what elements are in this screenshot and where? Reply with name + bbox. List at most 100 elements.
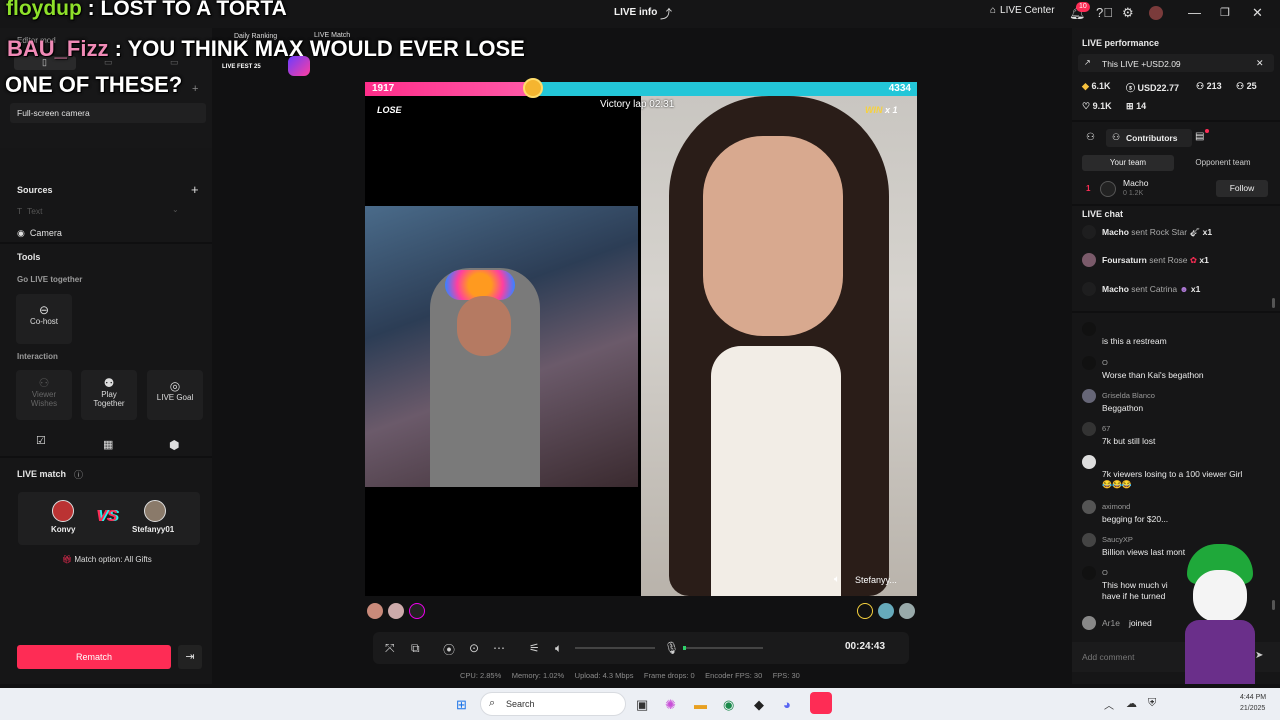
source-text-item[interactable]: T Text: [17, 206, 43, 216]
search-label: Search: [506, 699, 535, 709]
scene-item[interactable]: Full-screen camera: [10, 103, 206, 123]
match-option[interactable]: 🎁︎ Match option: All Gifts: [62, 555, 152, 564]
livefest-badge: LIVE FEST 25: [222, 64, 261, 70]
top-gifter-avatar[interactable]: [899, 603, 915, 619]
people-icon: ⚇: [1112, 132, 1121, 142]
live-info-title[interactable]: LIVE info: [614, 7, 657, 18]
top-gifter-avatar[interactable]: [367, 603, 383, 619]
stream-controls: ⤧ ⧉ ⦿ ⊙ ⋯ ⚟ 🔈︎ 🎙︎ 00:24:43: [373, 632, 909, 664]
taskbar: ⊞ ⌕ Search ▣ ✺ ▬ ◉ ◆ ◕ ︿ ☁ ⛨ 4:44 PM 21/…: [0, 688, 1280, 720]
chevron-up-icon[interactable]: ︿: [1104, 697, 1114, 712]
cohost-button[interactable]: ⊖ Co-host: [16, 294, 72, 344]
catrina-gift-icon: ☻: [1179, 284, 1189, 294]
shield-icon[interactable]: ⛨: [1148, 697, 1156, 710]
avatar: [1082, 616, 1096, 630]
laughing-emoji-icon: 😂😂😂: [1102, 480, 1132, 489]
tiktok-live-studio-icon[interactable]: [810, 692, 832, 714]
user-icon[interactable]: ⚇: [1086, 132, 1095, 143]
network-icon[interactable]: ☁: [1126, 697, 1137, 710]
close-icon[interactable]: ✕: [1252, 5, 1263, 21]
microphone-icon[interactable]: 🎙︎: [664, 641, 679, 655]
minimize-icon[interactable]: —: [1188, 5, 1201, 21]
gift-icon: ⊞: [1126, 101, 1134, 111]
user-plus-icon: ⚇: [1236, 81, 1245, 91]
screen-icon[interactable]: ⧉: [411, 641, 420, 656]
list-icon[interactable]: ▤: [1195, 131, 1204, 142]
scrollbar[interactable]: [1272, 600, 1275, 610]
shield-icon[interactable]: ⬢: [169, 438, 179, 452]
capture-icon[interactable]: ⊙: [469, 641, 479, 655]
taskbar-date[interactable]: 21/2025: [1240, 705, 1265, 712]
gift-row: Foursaturn sent Rose ✿ x1: [1082, 253, 1272, 267]
volume-icon[interactable]: 🔈︎: [555, 641, 562, 656]
tab-opponent-team[interactable]: Opponent team: [1176, 155, 1270, 171]
app-window: LIVE info ⤴ ⌂ LIVE Center 🔔︎ 10 ?⃝ ⚙ — ❐…: [0, 0, 1280, 720]
info-icon[interactable]: ⓘ: [74, 468, 83, 481]
file-explorer-icon[interactable]: ▬: [694, 697, 707, 712]
overlay-chat-line: floydup : LOST TO A TORTA: [6, 0, 287, 20]
maximize-icon[interactable]: ❐: [1220, 5, 1230, 21]
volume-slider[interactable]: [575, 647, 655, 649]
wishes-icon: ⚇: [38, 376, 50, 390]
windows-start-icon[interactable]: ⊞: [456, 697, 467, 713]
viewer-wishes-button[interactable]: ⚇ Viewer Wishes: [16, 370, 72, 420]
add-scene-icon[interactable]: +: [192, 83, 198, 95]
face: [703, 136, 843, 336]
top-gifter-avatar[interactable]: [409, 603, 425, 619]
contributors-tab[interactable]: ⚇ Contributors: [1106, 129, 1192, 147]
contributor-score: 0 1.2K: [1123, 190, 1144, 196]
task-view-icon[interactable]: ▣: [636, 697, 648, 713]
stat-viewers: ⚇ 213: [1196, 81, 1222, 91]
record-icon[interactable]: ⦿: [443, 641, 455, 658]
match-score-bar: 1917 4334: [365, 78, 917, 98]
copilot-icon[interactable]: ✺: [665, 697, 676, 713]
speaker-icon[interactable]: 🔈︎: [834, 574, 840, 585]
top-gifter-avatar[interactable]: [878, 603, 894, 619]
suit: [1185, 620, 1255, 684]
heart-icon: ♡: [1082, 101, 1091, 111]
mic-level-slider[interactable]: [683, 647, 763, 649]
face: [457, 296, 511, 356]
gear-icon[interactable]: ⚙: [1122, 5, 1134, 21]
discord-icon[interactable]: ◕: [783, 697, 791, 712]
settings-sliders-icon[interactable]: ⚟: [529, 641, 540, 655]
chevron-down-icon[interactable]: ⌄: [172, 205, 179, 214]
app-icon[interactable]: ◆: [754, 697, 764, 713]
live-goal-button[interactable]: ◎ LIVE Goal: [147, 370, 203, 420]
tab-your-team[interactable]: Your team: [1082, 155, 1174, 171]
event-badge-icon[interactable]: [288, 56, 310, 76]
cohost-label: Co-host: [29, 317, 58, 326]
taskbar-time[interactable]: 4:44 PM: [1240, 694, 1266, 701]
player-right-avatar: [144, 500, 166, 522]
exit-icon[interactable]: ⇥: [178, 645, 202, 669]
share-icon[interactable]: ⤴: [660, 5, 672, 22]
chrome-icon[interactable]: ◉: [723, 697, 734, 713]
follow-button[interactable]: Follow: [1216, 180, 1268, 197]
rematch-button[interactable]: Rematch: [17, 645, 171, 669]
more-icon[interactable]: ⋯: [493, 641, 505, 655]
win-label: WIN x 1: [865, 105, 898, 115]
top-gifter-avatar[interactable]: [857, 603, 873, 619]
overlay-chat-line: ONE OF THESE?: [5, 72, 183, 97]
daily-ranking-tag[interactable]: Daily Ranking: [234, 33, 277, 40]
effects-icon[interactable]: ⤧: [385, 641, 395, 656]
add-source-icon[interactable]: +: [191, 182, 199, 197]
player-left-name: Konvy: [51, 525, 76, 534]
source-camera-item[interactable]: ◉ Camera: [17, 228, 62, 239]
live-center-button[interactable]: ⌂ LIVE Center: [990, 5, 1055, 16]
taskbar-search[interactable]: ⌕ Search: [480, 692, 626, 716]
top-gifter-avatar[interactable]: [388, 603, 404, 619]
contributor-name[interactable]: Macho: [1123, 178, 1149, 188]
notification-dot: [1205, 129, 1209, 133]
help-icon[interactable]: ?⃝: [1096, 5, 1113, 21]
poll-icon[interactable]: ☑: [36, 434, 46, 447]
avatar[interactable]: [1100, 181, 1116, 197]
play-together-button[interactable]: ⚉ Play Together: [81, 370, 137, 420]
live-match-tag[interactable]: LIVE Match: [314, 32, 350, 39]
add-comment-input[interactable]: Add comment: [1082, 652, 1134, 662]
gift-box-icon[interactable]: ▦: [103, 438, 113, 451]
avatar[interactable]: [1149, 6, 1163, 20]
scrollbar[interactable]: [1272, 298, 1275, 308]
goal-icon: ◎: [169, 379, 181, 393]
close-icon[interactable]: ✕: [1256, 58, 1264, 69]
